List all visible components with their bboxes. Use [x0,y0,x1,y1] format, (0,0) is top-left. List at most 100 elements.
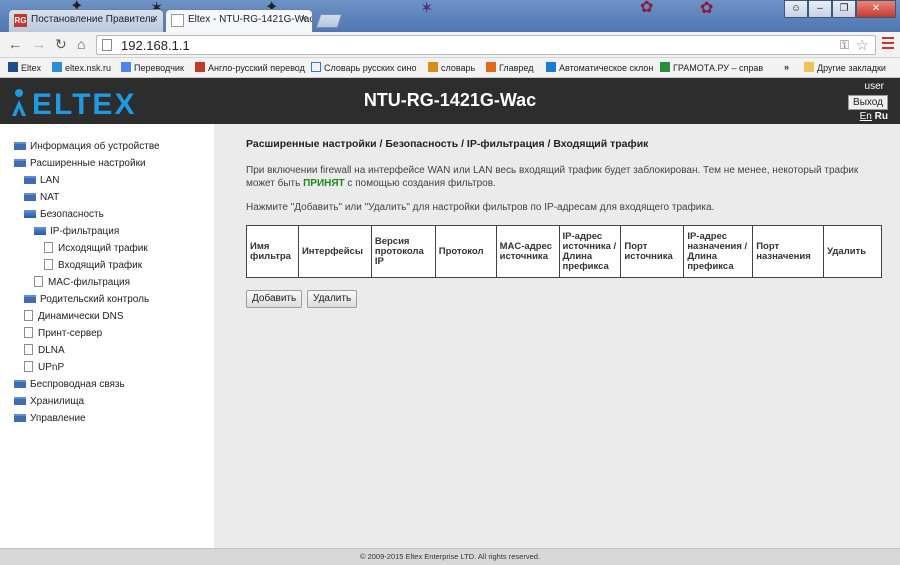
language-ru-link[interactable]: Ru [875,111,888,122]
column-header-delete: Удалить [823,225,882,278]
eltex-favicon-icon [8,62,18,72]
close-window-icon[interactable]: ✕ [856,0,896,18]
sidebar-item-security[interactable]: Безопасность [24,208,104,223]
browser-tab-bar: ✦ ✶ ✦ ✶ ✿ ✿ RG Постановление Правитель ×… [0,0,900,32]
user-profile-icon[interactable]: ☺ [784,0,808,18]
sidebar-item-storage[interactable]: Хранилища [14,395,84,410]
folder-icon [24,176,36,184]
forward-arrow-icon[interactable]: → [32,36,46,52]
column-header-interfaces: Интерфейсы [297,225,372,278]
dictionary-favicon-icon [195,62,205,72]
bookmark-item[interactable]: Словарь русских сино [311,62,417,73]
folder-icon [24,193,36,201]
sidebar-item-wireless[interactable]: Беспроводная связь [14,378,125,393]
close-tab-icon[interactable]: × [152,13,158,25]
bookmark-item[interactable]: словарь [428,62,475,73]
column-header-source-mac: MAC-адрес источника [495,225,560,278]
address-bar[interactable]: 192.168.1.1 ⚿ ☆ [96,35,876,55]
bookmark-item[interactable]: eltex.nsk.ru [52,62,111,73]
sidebar-item-mac-filtering[interactable]: MAC-фильтрация [34,276,130,291]
flower-decoration: ✿ [640,0,654,16]
restore-icon[interactable]: ❐ [832,0,856,18]
bookmark-item[interactable]: Англо-русский перевод [195,62,305,73]
column-header-destination-ip: IP-адрес назначения / Длина префикса [683,225,754,278]
book-favicon-icon [311,62,321,72]
tab-label: Eltex - NTU-RG-1421G-Wac [188,14,313,25]
rg-favicon-icon: RG [14,14,27,27]
butterfly-decoration: ✶ [420,0,434,17]
page-icon [44,242,53,253]
eltex-site-favicon-icon [52,62,62,72]
column-header-ip-version: Версия протокола IP [370,225,436,278]
page-icon [24,310,33,321]
more-bookmarks-button[interactable]: » [784,62,789,72]
sidebar-nav: Информация об устройстве Расширенные нас… [0,124,214,548]
add-button[interactable]: Добавить [246,290,303,308]
back-arrow-icon[interactable]: ← [8,36,22,52]
delete-button[interactable]: Удалить [307,290,358,308]
bookmark-item[interactable]: Автоматическое склон [546,62,653,73]
sidebar-item-outgoing-traffic[interactable]: Исходящий трафик [44,242,148,257]
declension-favicon-icon [546,62,556,72]
instruction-text: Нажмите "Добавить" или "Удалить" для нас… [246,202,715,213]
folder-icon [14,397,26,405]
page-header: ELTEX NTU-RG-1421G-Wac user Выход En Ru [0,78,900,124]
bookmark-item[interactable]: ГРАМОТА.РУ – справ [660,62,763,73]
tab-label: Постановление Правитель [31,14,156,25]
flower-decoration: ✿ [700,0,714,17]
page-icon [102,39,112,51]
sidebar-item-upnp[interactable]: UPnP [24,361,64,376]
sidebar-item-device-info[interactable]: Информация об устройстве [14,140,160,155]
page-icon [24,344,33,355]
folder-icon [804,62,814,72]
folder-open-icon [34,227,46,235]
tab-government-decree[interactable]: RG Постановление Правитель × [8,9,164,32]
browser-toolbar: ← → ↻ ⌂ 192.168.1.1 ⚿ ☆ [0,32,900,58]
bookmark-item[interactable]: Главред [486,62,533,73]
logout-button[interactable]: Выход [848,95,888,110]
column-header-source-ip: IP-адрес источника / Длина префикса [558,225,622,278]
translator-favicon-icon [121,62,131,72]
new-tab-button[interactable] [315,14,343,28]
sidebar-item-dynamic-dns[interactable]: Динамически DNS [24,310,124,325]
language-en-link[interactable]: En [860,111,872,122]
sidebar-item-print-server[interactable]: Принт-сервер [24,327,102,342]
browser-menu-icon[interactable] [882,37,894,52]
folder-icon [14,142,26,150]
bookmark-item[interactable]: Переводчик [121,62,184,73]
column-header-destination-port: Порт назначения [752,225,825,278]
bookmark-item[interactable]: Eltex [8,62,41,73]
chart-favicon-icon [428,62,438,72]
sidebar-item-ip-filtering[interactable]: IP-фильтрация [34,225,119,240]
key-icon[interactable]: ⚿ [840,38,849,53]
folder-icon [14,414,26,422]
window-controls: ☺ – ❐ ✕ [784,0,896,18]
sidebar-item-lan[interactable]: LAN [24,174,59,189]
ip-filter-table: Имя фильтра Интерфейсы Версия протокола … [246,225,882,278]
main-content: Расширенные настройки / Безопасность / I… [214,124,900,548]
glavred-favicon-icon [486,62,496,72]
folder-icon [14,159,26,167]
close-tab-icon[interactable]: × [301,13,307,25]
sidebar-item-parental-control[interactable]: Родительский контроль [24,293,149,308]
device-model-title: NTU-RG-1421G-Wac [363,90,537,110]
reload-icon[interactable]: ↻ [55,36,67,53]
gramota-favicon-icon [660,62,670,72]
url-text: 192.168.1.1 [121,38,190,53]
sidebar-item-incoming-traffic[interactable]: Входящий трафик [44,259,142,274]
page-icon [24,361,33,372]
sidebar-item-nat[interactable]: NAT [24,191,59,206]
sidebar-item-dlna[interactable]: DLNA [24,344,65,359]
minimize-icon[interactable]: – [808,0,832,18]
bookmark-star-icon[interactable]: ☆ [856,36,869,54]
sidebar-item-advanced-settings[interactable]: Расширенные настройки [14,157,146,172]
folder-icon [24,295,36,303]
table-header-row: Имя фильтра Интерфейсы Версия протокола … [246,225,882,278]
username-label: user [864,81,884,92]
page-icon [34,276,43,287]
other-bookmarks-folder[interactable]: Другие закладки [804,62,886,73]
sidebar-item-management[interactable]: Управление [14,412,86,427]
tab-eltex[interactable]: Eltex - NTU-RG-1421G-Wac × [165,9,313,32]
page-favicon-icon [171,14,184,27]
home-icon[interactable]: ⌂ [77,36,85,52]
